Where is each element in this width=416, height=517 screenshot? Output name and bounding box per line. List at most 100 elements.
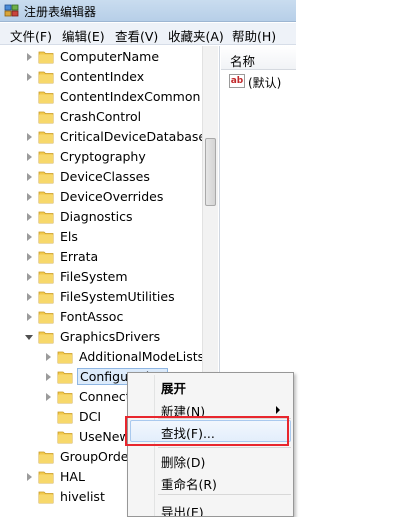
folder-icon — [38, 151, 54, 164]
tree-item-label: Els — [60, 229, 78, 244]
ab-string-icon: ab — [229, 74, 245, 88]
registry-editor-icon — [4, 4, 19, 17]
tree-item-label: FileSystemUtilities — [60, 289, 175, 304]
folder-icon — [38, 111, 54, 124]
folder-icon — [38, 331, 54, 344]
collapse-arrow-icon[interactable] — [25, 335, 33, 340]
folder-icon — [38, 251, 54, 264]
tree-item[interactable]: FileSystemUtilities — [0, 287, 219, 307]
value-row-default[interactable]: ab (默认) — [229, 73, 299, 91]
folder-icon — [57, 391, 73, 404]
tree-item[interactable]: ContentIndexCommon — [0, 87, 219, 107]
tree-item-label: DCI — [79, 409, 102, 424]
expand-arrow-icon[interactable] — [27, 53, 32, 61]
tree-item-label: CriticalDeviceDatabase — [60, 129, 207, 144]
folder-icon — [38, 271, 54, 284]
expand-arrow-icon[interactable] — [27, 253, 32, 261]
menu-item-rename[interactable]: 重命名(R) — [161, 474, 217, 493]
tree-item-graphics-drivers[interactable]: GraphicsDrivers — [0, 327, 219, 347]
tree-item[interactable]: CriticalDeviceDatabase — [0, 127, 219, 147]
tree-item-label: HAL — [60, 469, 85, 484]
folder-icon — [57, 351, 73, 364]
expand-arrow-icon[interactable] — [27, 153, 32, 161]
expand-arrow-icon[interactable] — [27, 213, 32, 221]
folder-icon — [38, 191, 54, 204]
menu-favorites[interactable]: 收藏夹(A) — [168, 26, 224, 45]
context-menu: 展开 新建(N) 查找(F)... 删除(D) 重命名(R) 导出(E) — [127, 372, 294, 517]
folder-icon — [38, 311, 54, 324]
expand-arrow-icon[interactable] — [46, 353, 51, 361]
tree-item[interactable]: FontAssoc — [0, 307, 219, 327]
menu-item-expand[interactable]: 展开 — [161, 378, 186, 397]
menu-view[interactable]: 查看(V) — [115, 26, 158, 45]
folder-icon — [57, 411, 73, 424]
folder-icon — [38, 171, 54, 184]
tree-item[interactable]: Errata — [0, 247, 219, 267]
folder-icon — [38, 91, 54, 104]
expand-arrow-icon[interactable] — [27, 73, 32, 81]
tree-item[interactable]: Els — [0, 227, 219, 247]
tree-item[interactable]: Cryptography — [0, 147, 219, 167]
tree-item-label: GraphicsDrivers — [60, 329, 161, 344]
menu-separator — [158, 494, 291, 495]
tree-item-label: ComputerName — [60, 49, 160, 64]
column-header-name[interactable]: 名称 — [221, 46, 296, 70]
tree-item-label: FontAssoc — [60, 309, 124, 324]
window-title: 注册表编辑器 — [24, 5, 97, 19]
expand-arrow-icon[interactable] — [27, 293, 32, 301]
menu-edit[interactable]: 编辑(E) — [62, 26, 105, 45]
menu-gutter — [154, 375, 155, 516]
folder-icon — [38, 491, 54, 504]
menu-item-find[interactable]: 查找(F)... — [161, 423, 215, 442]
expand-arrow-icon[interactable] — [27, 273, 32, 281]
submenu-arrow-icon — [276, 406, 280, 414]
tree-item[interactable]: DeviceOverrides — [0, 187, 219, 207]
tree-item-label: Errata — [60, 249, 99, 264]
folder-icon — [38, 451, 54, 464]
expand-arrow-icon[interactable] — [27, 233, 32, 241]
menu-help[interactable]: 帮助(H) — [232, 26, 276, 45]
column-header-label: 名称 — [230, 54, 256, 69]
tree-item-label: ContentIndexCommon — [60, 89, 201, 104]
tree-item[interactable]: AdditionalModeLists — [0, 347, 219, 367]
tree-item-label: FileSystem — [60, 269, 128, 284]
folder-icon — [38, 291, 54, 304]
expand-arrow-icon[interactable] — [46, 373, 51, 381]
menu-separator — [158, 418, 291, 419]
expand-arrow-icon[interactable] — [27, 133, 32, 141]
tree-item-label: Cryptography — [60, 149, 146, 164]
value-name: (默认) — [248, 76, 282, 90]
expand-arrow-icon[interactable] — [27, 473, 32, 481]
tree-item-label: DeviceOverrides — [60, 189, 164, 204]
folder-icon — [57, 371, 73, 384]
tree-item[interactable]: ContentIndex — [0, 67, 219, 87]
folder-icon — [38, 471, 54, 484]
tree-item[interactable]: ComputerName — [0, 47, 219, 67]
tree-item-label: hivelist — [60, 489, 105, 504]
tree-item-label: DeviceClasses — [60, 169, 150, 184]
tree-item-label: ContentIndex — [60, 69, 145, 84]
tree-item[interactable]: Diagnostics — [0, 207, 219, 227]
expand-arrow-icon[interactable] — [27, 173, 32, 181]
folder-icon — [38, 131, 54, 144]
title-bar: 注册表编辑器 — [0, 0, 296, 22]
menu-separator — [158, 447, 291, 448]
folder-icon — [38, 211, 54, 224]
menu-item-export[interactable]: 导出(E) — [161, 502, 204, 516]
folder-icon — [38, 231, 54, 244]
tree-item-label: Diagnostics — [60, 209, 133, 224]
expand-arrow-icon[interactable] — [27, 313, 32, 321]
menu-item-delete[interactable]: 删除(D) — [161, 452, 205, 471]
tree-item[interactable]: FileSystem — [0, 267, 219, 287]
tree-item[interactable]: CrashControl — [0, 107, 219, 127]
tree-item-label: CrashControl — [60, 109, 142, 124]
menu-bar: 文件(F) 编辑(E) 查看(V) 收藏夹(A) 帮助(H) — [0, 23, 296, 45]
folder-icon — [38, 71, 54, 84]
expand-arrow-icon[interactable] — [27, 193, 32, 201]
folder-icon — [57, 431, 73, 444]
tree-item[interactable]: DeviceClasses — [0, 167, 219, 187]
expand-arrow-icon[interactable] — [46, 393, 51, 401]
folder-icon — [38, 51, 54, 64]
scrollbar-thumb[interactable] — [205, 138, 216, 206]
menu-file[interactable]: 文件(F) — [10, 26, 52, 45]
